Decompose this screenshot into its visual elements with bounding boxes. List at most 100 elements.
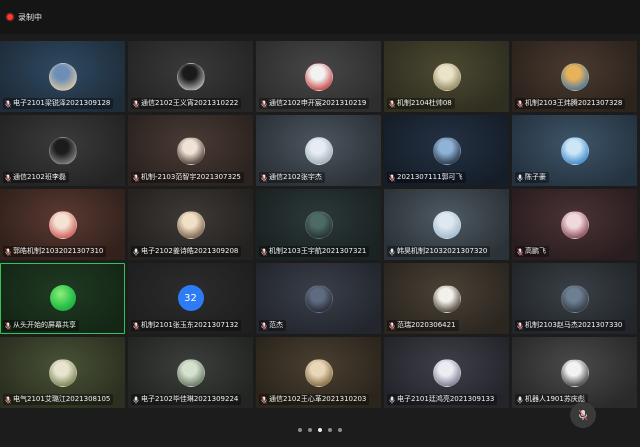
page-dot[interactable] (328, 428, 332, 432)
participant-tile[interactable]: 高鹏飞 (512, 189, 637, 260)
avatar (560, 137, 589, 165)
mic-muted-icon (389, 99, 395, 108)
participant-tile[interactable]: 电子2101梁锐泽2021309128 (0, 41, 125, 112)
participant-label: 机制-2103范智宇2021307325 (131, 172, 244, 183)
avatar (48, 359, 77, 387)
participant-tile[interactable]: 郭皓机制21032021307310 (0, 189, 125, 260)
avatar (560, 63, 589, 91)
participant-label: 机制2101张玉东2021307132 (131, 320, 242, 331)
participant-name: 机制2103王炜腾2021307328 (525, 99, 623, 107)
mic-icon (517, 396, 523, 404)
participant-tile[interactable]: 电子2102毕佳琳2021309224 (128, 337, 253, 408)
avatar (304, 137, 333, 165)
participant-name: 从头开始的屏幕共享 (13, 321, 76, 329)
participant-label: 郭皓机制21032021307310 (3, 246, 107, 257)
page-dot[interactable] (338, 428, 342, 432)
participant-label: 范瑞2020306421 (387, 320, 459, 331)
participant-name: 机制2103赵马杰2021307330 (525, 321, 623, 329)
participant-tile[interactable]: 机制2103王宇航2021307321 (256, 189, 381, 260)
page-dot[interactable] (308, 428, 312, 432)
participant-name: 机制2103王宇航2021307321 (269, 247, 367, 255)
recording-indicator[interactable]: 录制中 (7, 12, 42, 23)
participant-tile[interactable]: 通信2102申开宸2021310219 (256, 41, 381, 112)
participant-label: 范杰 (259, 320, 286, 331)
participant-tile[interactable]: 32 机制2101张玉东2021307132 (128, 263, 253, 334)
mic-icon (133, 396, 139, 404)
participant-tile[interactable]: 机器人1901苏庆彪 (512, 337, 637, 408)
participant-tile[interactable]: 范杰 (256, 263, 381, 334)
mic-icon (389, 396, 395, 404)
page-dot[interactable] (298, 428, 302, 432)
participant-name: 陈子豪 (525, 173, 546, 181)
recording-dot-icon (7, 14, 13, 20)
participant-tile[interactable]: 电子2102姜诗皓2021309208 (128, 189, 253, 260)
mic-muted-icon (517, 99, 523, 108)
avatar (304, 211, 333, 239)
mic-muted-icon (5, 247, 11, 256)
participant-label: 通信2102张宇杰 (259, 172, 325, 183)
avatar (432, 63, 461, 91)
participant-tile[interactable]: 电气2101艾璐江2021308105 (0, 337, 125, 408)
participant-name: 通信2102申开宸2021310219 (269, 99, 367, 107)
participant-name: 通信2102张宇杰 (269, 173, 322, 181)
participant-tile[interactable]: 机制2103赵马杰2021307330 (512, 263, 637, 334)
participant-name: 韩昊机制21032021307320 (397, 247, 488, 255)
avatar (176, 63, 205, 91)
floating-mic-button[interactable] (570, 402, 596, 428)
participant-label: 电子2102姜诗皓2021309208 (131, 246, 242, 257)
participant-name: 通信2102王义宵2021310222 (141, 99, 239, 107)
avatar (48, 63, 77, 91)
mic-muted-icon (5, 173, 11, 182)
participant-tile[interactable]: 通信2102王心革2021310203 (256, 337, 381, 408)
avatar (560, 211, 589, 239)
avatar (432, 285, 461, 313)
mic-icon (133, 248, 139, 256)
participant-tile[interactable]: 陈子豪 (512, 115, 637, 186)
participant-tile[interactable]: 机制2103王炜腾2021307328 (512, 41, 637, 112)
avatar (48, 211, 77, 239)
pagination-dots (0, 428, 640, 432)
avatar (432, 359, 461, 387)
mic-muted-icon (261, 173, 267, 182)
participant-name: 通信2102班李磊 (13, 173, 66, 181)
avatar (176, 359, 205, 387)
mic-icon (389, 248, 395, 256)
participant-name: 电气2101艾璐江2021308105 (13, 395, 111, 403)
participant-tile[interactable]: 机制2104杜帅08 (384, 41, 509, 112)
avatar (432, 137, 461, 165)
participant-label: 机制2103赵马杰2021307330 (515, 320, 626, 331)
avatar (48, 137, 77, 165)
participant-name: 范瑞2020306421 (397, 321, 456, 329)
mic-muted-icon (261, 321, 267, 330)
page-dot[interactable] (318, 428, 322, 432)
participant-name: 范杰 (269, 321, 283, 329)
participant-tile[interactable]: 通信2102张宇杰 (256, 115, 381, 186)
participant-label: 通信2102王心革2021310203 (259, 394, 370, 405)
participant-name: 机制-2103范智宇2021307325 (141, 173, 241, 181)
participant-name: 电子2101梁锐泽2021309128 (13, 99, 111, 107)
mic-muted-icon (389, 173, 395, 182)
mic-muted-icon (5, 321, 11, 330)
participant-tile[interactable]: 机制-2103范智宇2021307325 (128, 115, 253, 186)
participant-label: 电子2101廷鸿亮2021309133 (387, 394, 498, 405)
participant-tile[interactable]: 电子2101廷鸿亮2021309133 (384, 337, 509, 408)
avatar (304, 359, 333, 387)
participant-tile[interactable]: 韩昊机制21032021307320 (384, 189, 509, 260)
screen-share-avatar (49, 285, 76, 311)
top-bar: 录制中 (0, 0, 640, 34)
participant-name: 机制2101张玉东2021307132 (141, 321, 239, 329)
participant-label: 机制2103王炜腾2021307328 (515, 98, 626, 109)
participant-name: 电子2101廷鸿亮2021309133 (397, 395, 495, 403)
participant-label: 通信2102班李磊 (3, 172, 69, 183)
mic-muted-icon (133, 173, 139, 182)
participant-tile[interactable]: 2021307111郭可飞 (384, 115, 509, 186)
participant-tile[interactable]: 范瑞2020306421 (384, 263, 509, 334)
participant-label: 韩昊机制21032021307320 (387, 246, 491, 257)
participant-label: 机制2103王宇航2021307321 (259, 246, 370, 257)
participant-tile[interactable]: 从头开始的屏幕共享 (0, 263, 125, 334)
mic-muted-icon (261, 395, 267, 404)
participant-tile[interactable]: 通信2102班李磊 (0, 115, 125, 186)
mic-icon (517, 174, 523, 182)
mic-muted-icon (517, 321, 523, 330)
participant-tile[interactable]: 通信2102王义宵2021310222 (128, 41, 253, 112)
